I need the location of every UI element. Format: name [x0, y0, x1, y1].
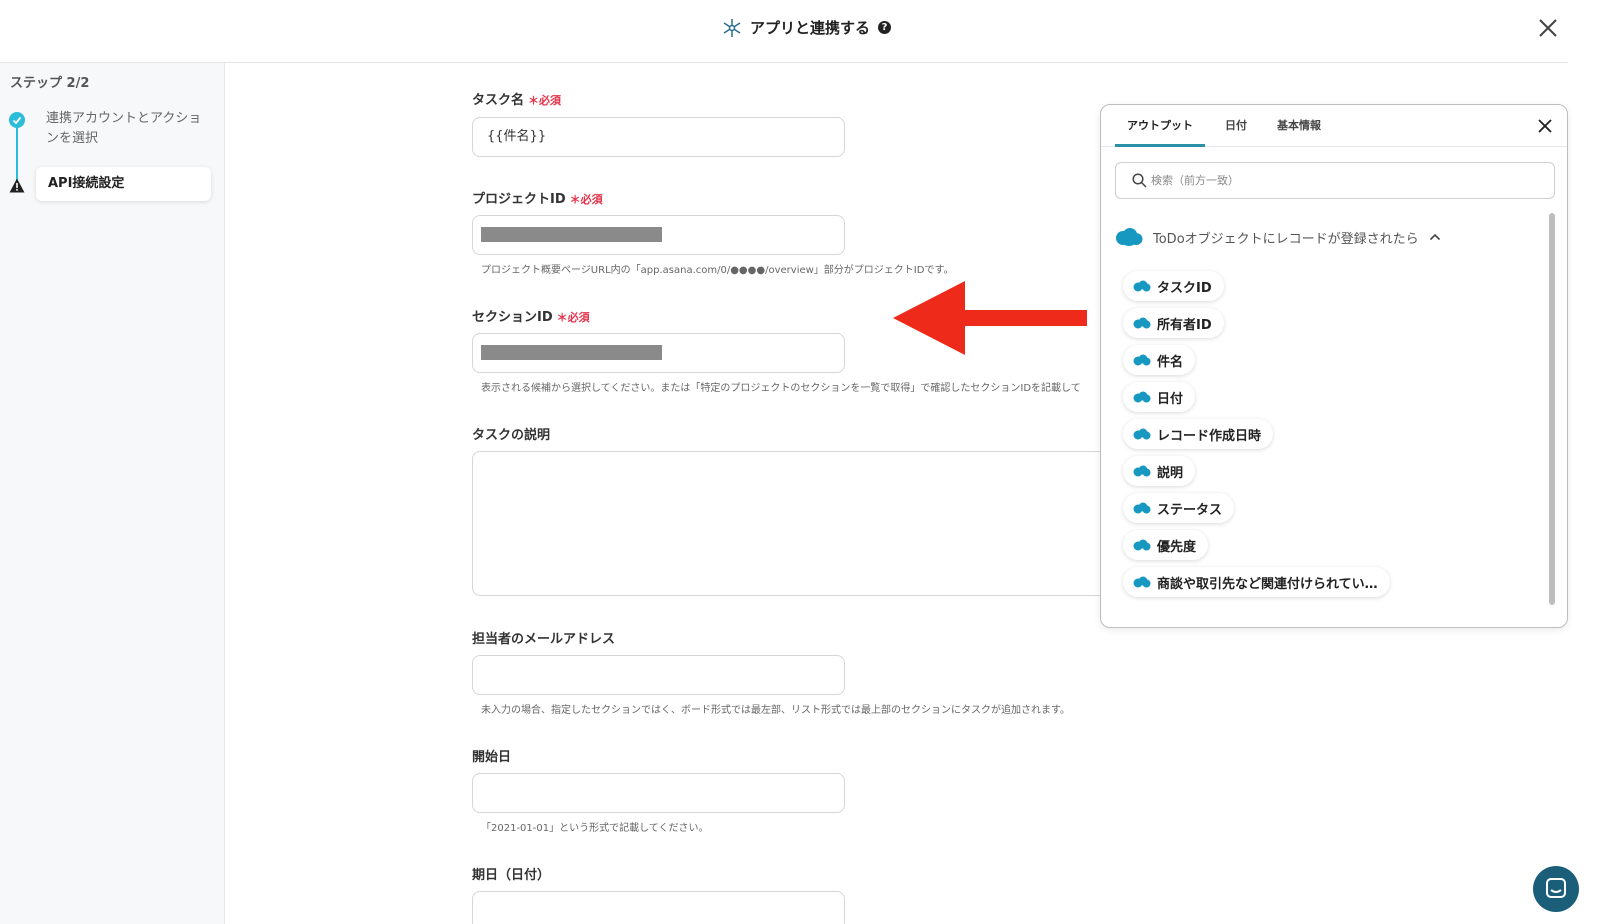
required-mark: ＊必須 [569, 193, 603, 206]
output-item[interactable]: 所有者ID [1123, 308, 1224, 338]
chat-button[interactable] [1533, 866, 1579, 912]
assignee-email-label: 担当者のメールアドレス [472, 632, 616, 647]
chat-icon [1546, 878, 1566, 898]
step-item-account-action[interactable]: 連携アカウントとアクションを選択 [46, 109, 206, 149]
required-mark: ＊必須 [528, 94, 562, 107]
description-textarea[interactable] [472, 451, 1132, 596]
close-icon[interactable] [1536, 16, 1560, 40]
panel-tabs: アウトプット 日付 基本情報 [1101, 105, 1567, 147]
salesforce-icon [1133, 465, 1151, 477]
start-date-input[interactable] [472, 773, 845, 813]
output-item[interactable]: レコード作成日時 [1123, 419, 1274, 449]
salesforce-icon [1133, 502, 1151, 514]
salesforce-icon [1133, 576, 1151, 588]
check-icon [9, 112, 25, 128]
output-item[interactable]: ステータス [1123, 493, 1235, 523]
chevron-up-icon [1429, 233, 1440, 241]
output-group-header[interactable]: ToDoオブジェクトにレコードが登録されたら [1115, 227, 1441, 247]
task-name-input[interactable]: {{件名}} [472, 117, 845, 157]
redacted-value [481, 227, 662, 242]
step-item-api-settings[interactable]: API接続設定 [36, 167, 211, 201]
tab-basic-info[interactable]: 基本情報 [1277, 105, 1321, 147]
search-input[interactable]: 検索（前方一致） [1115, 162, 1555, 199]
tab-date[interactable]: 日付 [1225, 105, 1247, 147]
salesforce-icon [1133, 428, 1151, 440]
output-panel: アウトプット 日付 基本情報 検索（前方一致） ToDoオブジェクトにレコードが… [1100, 104, 1568, 628]
section-id-hint: 表示される候補から選択してください。または「特定のプロジェクトのセクションを一覧… [481, 383, 1081, 394]
tab-output[interactable]: アウトプット [1115, 105, 1205, 147]
salesforce-icon [1133, 539, 1151, 551]
modal-title: アプリと連携する ? [722, 17, 892, 38]
red-arrow-annotation [893, 281, 1087, 355]
output-item[interactable]: 日付 [1123, 382, 1196, 412]
salesforce-icon [1133, 391, 1151, 403]
integration-icon [723, 18, 741, 37]
start-date-label: 開始日 [472, 750, 512, 765]
due-date-label: 期日（日付） [472, 868, 551, 883]
task-name-label: タスク名 ＊必須 [472, 93, 562, 108]
output-item[interactable]: 商談や取引先など関連付けられてい… [1123, 567, 1390, 597]
project-id-input[interactable] [472, 215, 845, 255]
step-counter: ステップ 2/2 [10, 76, 90, 91]
assignee-email-hint: 未入力の場合、指定したセクションではく、ボード形式では最左部、リスト形式では最上… [481, 705, 1070, 716]
close-icon[interactable] [1537, 118, 1553, 134]
help-icon[interactable]: ? [878, 21, 892, 34]
output-item[interactable]: 説明 [1123, 456, 1196, 486]
warning-icon [9, 178, 25, 193]
assignee-email-input[interactable] [472, 655, 845, 695]
salesforce-icon [1133, 280, 1151, 292]
start-date-hint: 「2021-01-01」という形式で記載してください。 [481, 823, 709, 834]
scrollbar-thumb[interactable] [1549, 213, 1555, 605]
modal-header: アプリと連携する ? [0, 0, 1568, 63]
redacted-value [481, 345, 662, 360]
output-item[interactable]: タスクID [1123, 271, 1224, 301]
output-item[interactable]: 優先度 [1123, 530, 1209, 560]
group-title: ToDoオブジェクトにレコードが登録されたら [1153, 231, 1419, 247]
modal-title-text: アプリと連携する [750, 19, 871, 37]
section-id-input[interactable] [472, 333, 845, 373]
salesforce-icon [1133, 317, 1151, 329]
section-id-label: セクションID ＊必須 [472, 310, 590, 325]
project-id-hint: プロジェクト概要ページURL内の「app.asana.com/0/●●●●/ov… [481, 265, 954, 276]
search-placeholder: 検索（前方一致） [1151, 174, 1239, 187]
panel-scrollbar[interactable] [1547, 213, 1557, 605]
salesforce-icon [1133, 354, 1151, 366]
search-icon [1132, 173, 1147, 188]
output-item[interactable]: 件名 [1123, 345, 1196, 375]
required-mark: ＊必須 [556, 311, 590, 324]
steps-sidebar: ステップ 2/2 連携アカウントとアクションを選択 API接続設定 [0, 63, 225, 924]
due-date-input[interactable] [472, 891, 845, 924]
description-label: タスクの説明 [472, 428, 551, 443]
salesforce-icon [1116, 228, 1143, 246]
project-id-label: プロジェクトID ＊必須 [472, 192, 603, 207]
